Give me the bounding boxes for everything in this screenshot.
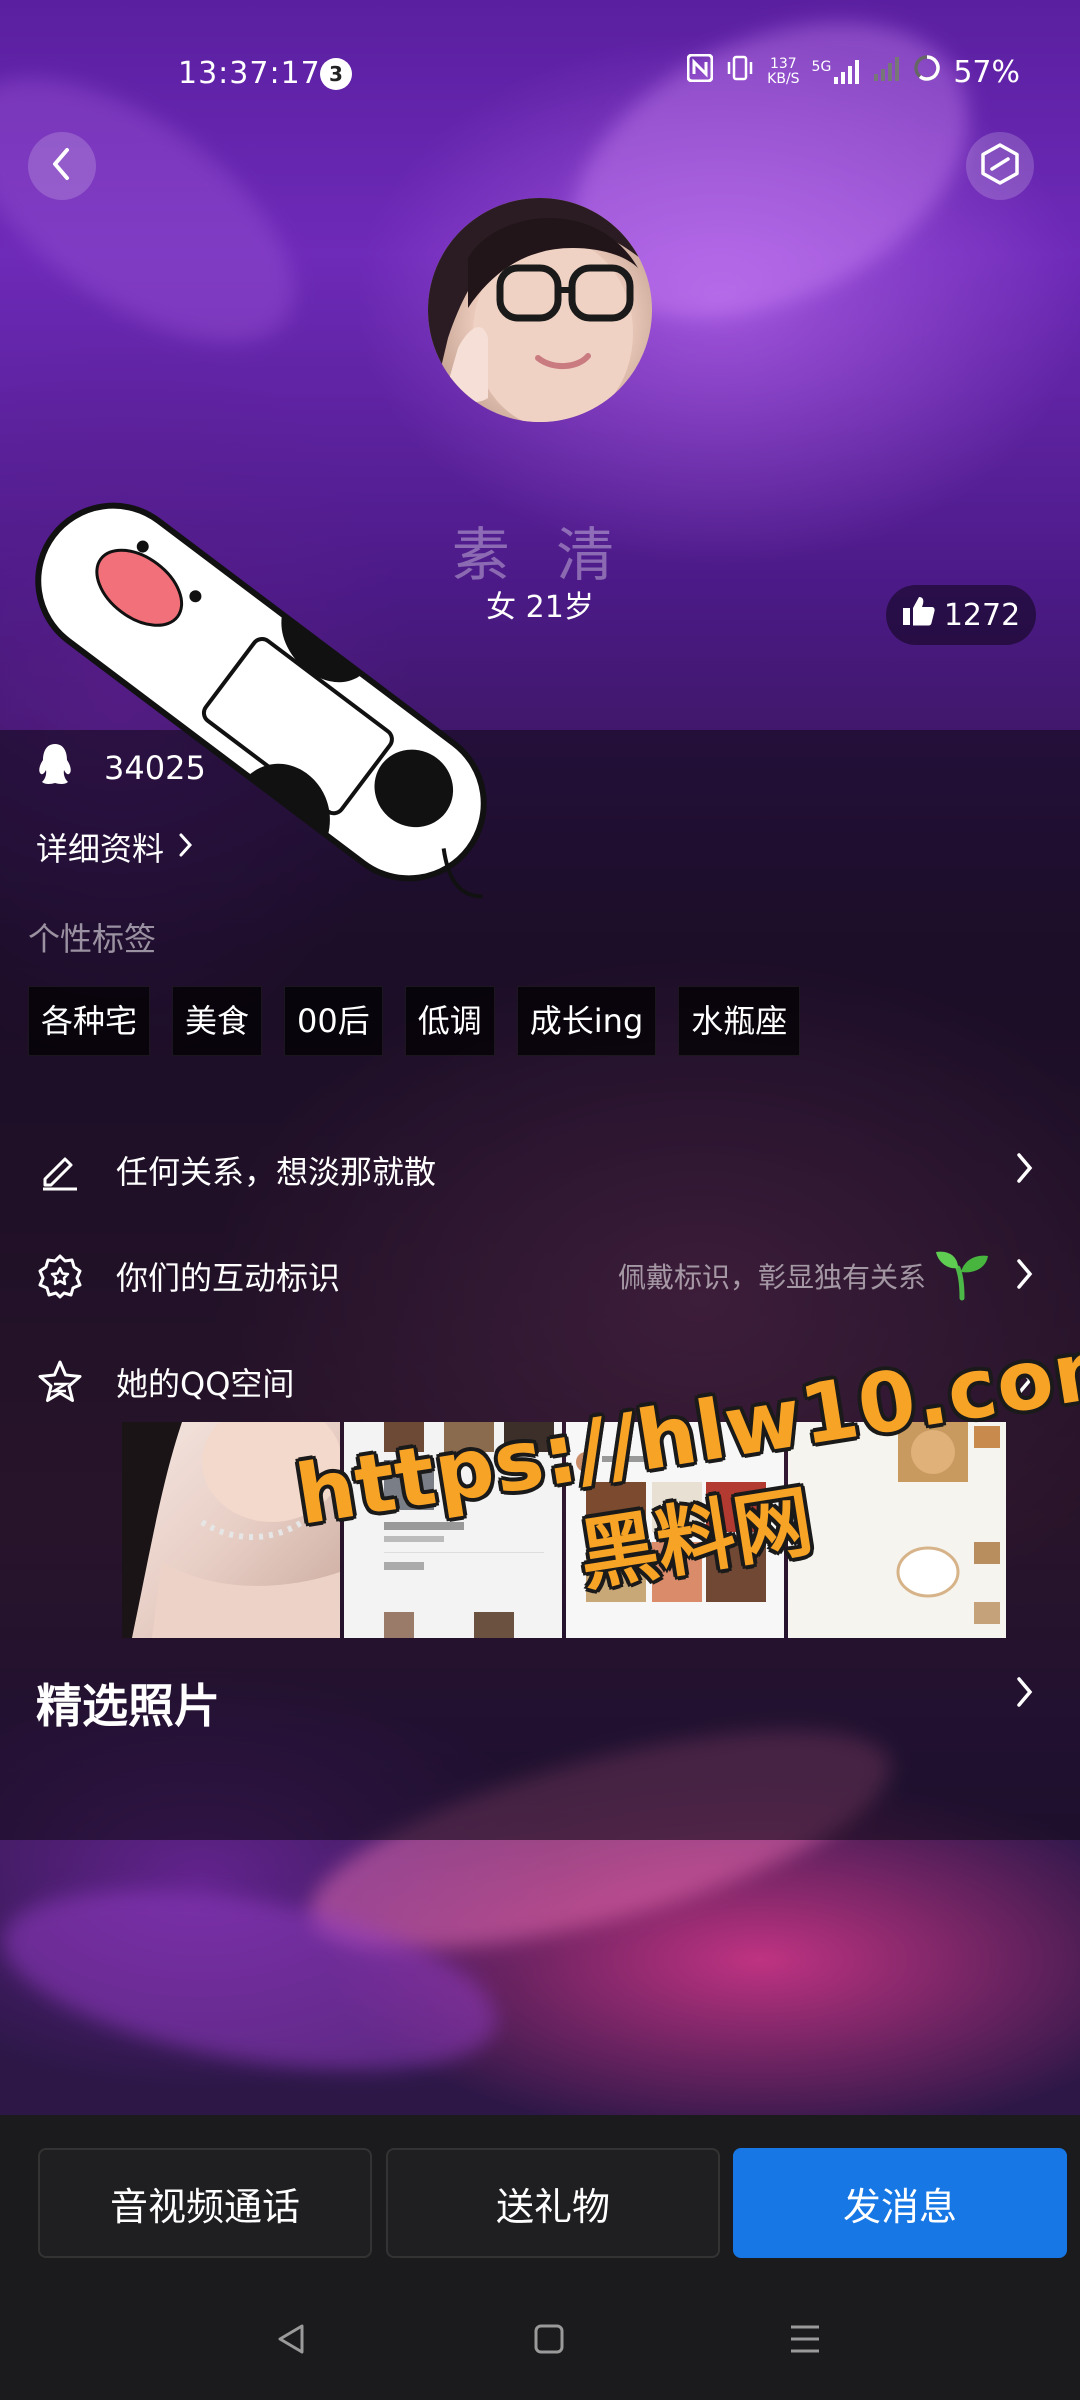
interaction-mark-hint: 佩戴标识，彰显独有关系 [617, 1261, 926, 1294]
nav-home-icon[interactable] [532, 2322, 566, 2360]
notification-count-badge: 3 [320, 58, 352, 90]
net-speed-value: 137 [769, 56, 797, 72]
nav-menu-icon[interactable] [788, 2322, 822, 2360]
qzone-title: 她的QQ空间 [116, 1365, 295, 1403]
tag[interactable]: 水瓶座 [678, 986, 801, 1056]
tag[interactable]: 各种宅 [28, 986, 151, 1056]
tag[interactable]: 00后 [284, 986, 383, 1056]
chevron-right-icon [1016, 1258, 1034, 1294]
signature-text: 任何关系，想淡那就散 [116, 1153, 437, 1191]
chevron-right-icon [178, 828, 194, 866]
detail-profile-link[interactable]: 详细资料 [36, 824, 194, 870]
signal-weak-icon [873, 55, 901, 90]
chevron-right-icon[interactable] [1016, 1676, 1034, 1712]
avatar-photo [428, 198, 652, 422]
av-call-button[interactable]: 音视频通话 [38, 2148, 372, 2258]
more-button[interactable] [966, 132, 1034, 200]
status-bar: 13:37:17 3 137 KB/S 5G 57% [0, 50, 1080, 94]
net-speed-unit: KB/S [767, 71, 800, 87]
signature-row[interactable]: 任何关系，想淡那就散 [0, 1130, 1080, 1210]
personal-tags: 各种宅 美食 00后 低调 成长ing 水瓶座 [28, 986, 801, 1056]
tag[interactable]: 美食 [172, 986, 263, 1056]
sprout-icon [934, 1246, 990, 1306]
thumbs-up-icon [902, 595, 936, 635]
tags-section-label: 个性标签 [28, 920, 157, 958]
avatar[interactable] [428, 198, 652, 422]
signal-5g-icon: 5G [812, 59, 862, 85]
vibrate-icon [725, 54, 755, 90]
send-message-button[interactable]: 发消息 [733, 2148, 1067, 2258]
status-time: 13:37:17 [178, 56, 321, 91]
network-speed: 137 KB/S [767, 57, 799, 87]
featured-photos-title[interactable]: 精选照片 [36, 1670, 220, 1736]
nav-back-icon[interactable] [274, 2322, 308, 2360]
send-gift-button[interactable]: 送礼物 [386, 2148, 720, 2258]
network-type: 5G [811, 59, 832, 75]
nfc-icon [686, 53, 714, 90]
detail-link-label: 详细资料 [36, 830, 165, 868]
like-button[interactable]: 1272 [886, 585, 1036, 645]
back-button[interactable] [28, 132, 96, 200]
tag[interactable]: 成长ing [516, 986, 657, 1056]
battery-ring-icon [913, 54, 941, 90]
battery-level: 57% [953, 54, 1020, 90]
tag[interactable]: 低调 [404, 986, 495, 1056]
chevron-right-icon [1016, 1152, 1034, 1188]
interaction-mark-title: 你们的互动标识 [116, 1259, 341, 1297]
badge-star-icon [36, 1252, 84, 1300]
system-navigation-bar [0, 2310, 1080, 2380]
chevron-left-icon [47, 146, 77, 186]
pencil-icon [36, 1146, 84, 1194]
interaction-mark-row[interactable]: 你们的互动标识 佩戴标识，彰显独有关系 [0, 1236, 1080, 1316]
hexagon-slash-icon [978, 142, 1022, 190]
star-outline-icon [36, 1358, 84, 1406]
like-count: 1272 [943, 597, 1021, 633]
